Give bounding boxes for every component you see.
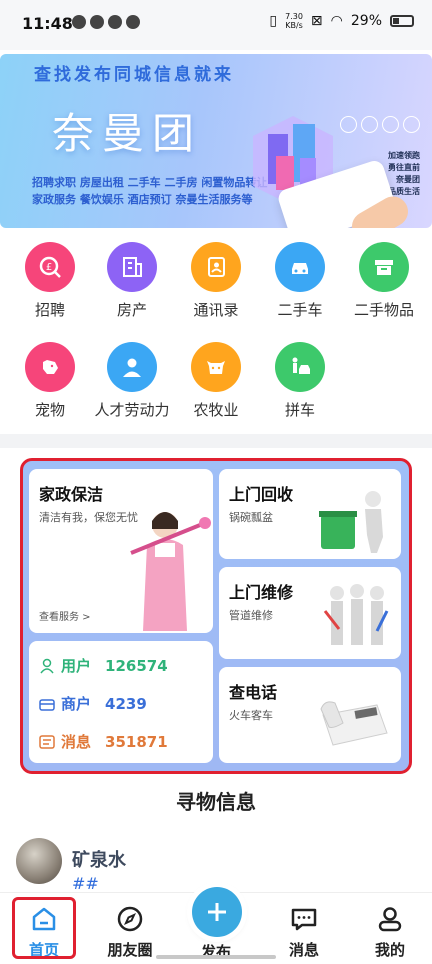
shop-icon — [39, 698, 55, 711]
app-page: 11:48 ▯ 7.30 KB/s ⊠ ◠ 29% 查找发布同城信息就来 奈曼团… — [0, 0, 432, 964]
housekeeping-title: 家政保洁 — [39, 485, 104, 504]
vibrate-icon: ▯ — [269, 13, 278, 29]
cow-icon — [191, 342, 241, 392]
repair-title: 上门维修 — [229, 583, 294, 602]
feature-icon — [403, 116, 420, 133]
housekeeping-subtitle: 清洁有我，保您无忧 — [39, 511, 138, 524]
yuan-search-icon: £ — [25, 242, 75, 292]
phone-title: 查电话 — [229, 683, 278, 702]
svg-text:£: £ — [46, 262, 52, 273]
notification-icons — [72, 15, 140, 29]
phone-subtitle: 火车客车 — [229, 709, 273, 722]
users-icon — [40, 658, 54, 673]
nav-profile[interactable]: 我的 — [350, 893, 430, 964]
status-time: 11:48 — [22, 14, 73, 33]
category-second-hand[interactable]: 二手物品 — [334, 242, 432, 320]
box-icon — [359, 242, 409, 292]
lost-found-title: 寻物信息 — [176, 790, 256, 814]
repair-subtitle: 管道维修 — [229, 609, 273, 622]
repair-illustration — [323, 584, 389, 645]
plus-icon — [192, 887, 242, 937]
avatar[interactable] — [16, 838, 62, 884]
recycling-card[interactable]: 上门回收 锅碗瓢盆 — [219, 469, 401, 559]
building-icon — [107, 242, 157, 292]
status-bar: 11:48 ▯ 7.30 KB/s ⊠ ◠ 29% — [0, 0, 432, 50]
stat-messages: 消息 351871 — [39, 731, 168, 752]
stat-merchants: 商户 4239 — [39, 693, 147, 714]
net-speed: 7.30 KB/s — [285, 12, 303, 30]
contacts-icon — [191, 242, 241, 292]
stat-users: 用户 126574 — [39, 655, 168, 676]
services-panel: 家政保洁 清洁有我，保您无忧 查看服务 > 上门回收 锅碗瓢盆 上门维修 管道维… — [20, 458, 412, 774]
lost-item-name[interactable]: 矿泉水 — [72, 846, 126, 872]
no-sim-icon: ⊠ — [310, 13, 323, 29]
telephone-illustration — [320, 701, 388, 746]
home-highlight — [12, 897, 76, 959]
recycling-title: 上门回收 — [229, 485, 294, 504]
section-divider — [0, 434, 432, 448]
category-grid: £ 招聘 房产 通讯录 二手车 二手物品 宠物 人才劳动力 农牧业 拼车 — [0, 238, 432, 428]
banner-brand: 奈曼团 — [52, 109, 203, 158]
view-services-link[interactable]: 查看服务 > — [39, 608, 91, 623]
recycling-subtitle: 锅碗瓢盆 — [229, 511, 273, 524]
status-right: ▯ 7.30 KB/s ⊠ ◠ 29% — [269, 12, 414, 30]
message-card-icon — [39, 734, 55, 749]
promo-banner[interactable]: 查找发布同城信息就来 奈曼团 招聘求职 房屋出租 二手车 二手房 闲置物品转让 … — [0, 54, 432, 228]
feature-icon — [361, 116, 378, 133]
carpool-icon — [275, 342, 325, 392]
gesture-bar — [156, 955, 276, 959]
person-icon — [107, 342, 157, 392]
chat-icon — [291, 908, 317, 931]
nav-messages[interactable]: 消息 — [264, 893, 344, 964]
car-icon — [275, 242, 325, 292]
battery-icon — [390, 15, 414, 27]
cloud-icon — [90, 15, 104, 29]
user-icon — [378, 907, 402, 932]
bottom-nav: 首页 朋友圈 发布 消息 我的 — [0, 887, 432, 964]
weibo-icon — [108, 15, 122, 29]
lost-item-tag[interactable]: ## — [72, 874, 99, 893]
stats-card: 用户 126574 商户 4239 消息 351871 — [29, 641, 213, 763]
banner-headline: 查找发布同城信息就来 — [34, 65, 234, 85]
repair-card[interactable]: 上门维修 管道维修 — [219, 567, 401, 659]
housekeeping-card[interactable]: 家政保洁 清洁有我，保您无忧 查看服务 > — [29, 469, 213, 633]
compass-icon — [117, 906, 143, 932]
nav-moments[interactable]: 朋友圈 — [90, 893, 170, 964]
wifi-icon: ◠ — [330, 13, 343, 29]
category-carpool[interactable]: 拼车 — [250, 342, 350, 420]
battery-percent: 29% — [350, 13, 382, 29]
app-notification-icon — [72, 15, 86, 29]
qq-icon — [126, 15, 140, 29]
recycling-illustration — [319, 491, 383, 553]
nav-publish[interactable]: 发布 — [176, 887, 256, 964]
feature-icon — [382, 116, 399, 133]
housekeeper-illustration — [130, 512, 211, 631]
dog-icon — [25, 342, 75, 392]
banner-feature-icons — [340, 116, 420, 133]
phone-directory-card[interactable]: 查电话 火车客车 — [219, 667, 401, 763]
